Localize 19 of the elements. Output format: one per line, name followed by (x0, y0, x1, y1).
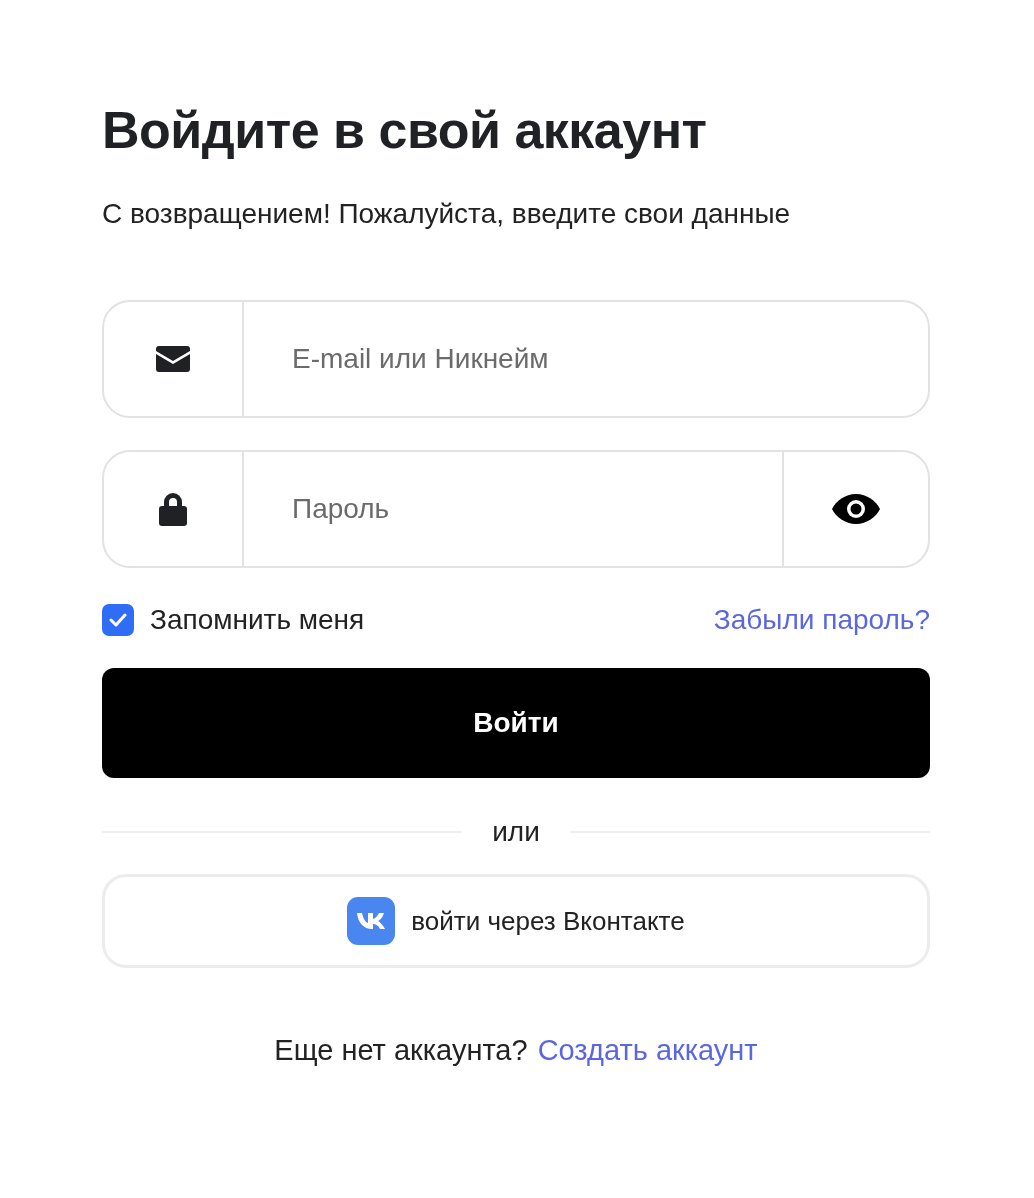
login-field[interactable]: E-mail или Никнейм (102, 300, 930, 418)
forgot-password-link[interactable]: Забыли пароль? (713, 604, 930, 636)
login-input[interactable]: E-mail или Никнейм (244, 302, 928, 416)
social-login-button[interactable]: войти через Вконтакте (102, 874, 930, 968)
subtitle: С возвращением! Пожалуйста, введите свои данные (102, 198, 792, 230)
vk-icon (347, 897, 396, 945)
signup-prompt: Еще нет аккаунта? (274, 1034, 528, 1067)
password-field[interactable]: Пароль (102, 450, 930, 568)
password-input[interactable]: Пароль (244, 452, 782, 566)
login-button[interactable]: Войти (102, 668, 930, 778)
page-title: Войдите в свой аккаунт (102, 100, 708, 160)
envelope-icon (156, 346, 190, 372)
remember-label: Запомнить меня (150, 604, 365, 636)
lock-icon (158, 492, 188, 526)
divider-label: или (492, 816, 540, 848)
create-account-link[interactable]: Создать аккаунт (537, 1034, 758, 1067)
eye-icon (832, 494, 880, 524)
check-icon (109, 613, 127, 627)
remember-checkbox[interactable] (102, 604, 134, 636)
